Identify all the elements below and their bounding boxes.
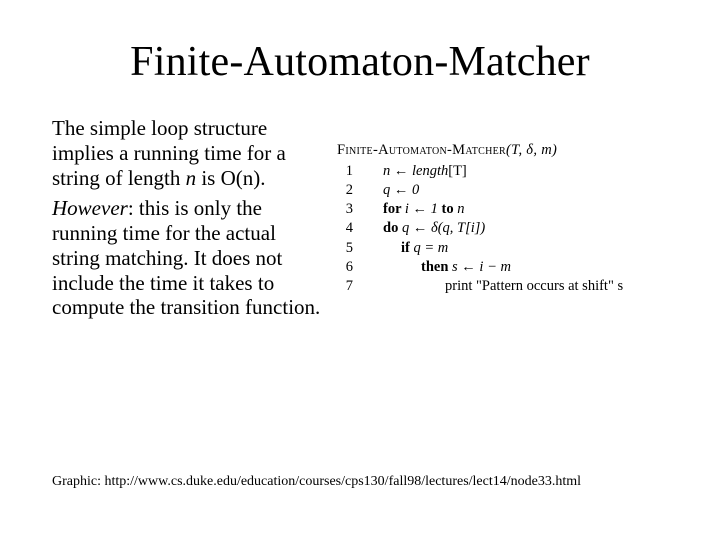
c1a: n ←	[383, 163, 412, 179]
code-lines: 1 n ← length[T] 2 q ← 0 3 for i ← 1 to n…	[337, 162, 680, 296]
c3d: n	[457, 201, 464, 217]
code-line-1: n ← length[T]	[373, 162, 680, 181]
line-number: 7	[337, 277, 353, 296]
c5a: if	[401, 240, 413, 256]
footer-source: Graphic: http://www.cs.duke.edu/educatio…	[52, 474, 581, 490]
code-header-name: Finite-Automaton-Matcher	[337, 142, 506, 158]
code-line-4: do q ← δ(q, T[i])	[373, 219, 680, 238]
code-header: Finite-Automaton-Matcher(T, δ, m)	[337, 142, 680, 159]
c3b: i ← 1	[405, 201, 442, 217]
c6a: then	[421, 259, 452, 275]
pseudocode-block: Finite-Automaton-Matcher(T, δ, m) 1 n ← …	[337, 116, 680, 326]
line-number: 1	[337, 162, 353, 181]
code-line-6: then s ← i − m	[373, 258, 680, 277]
c5b: q = m	[413, 240, 448, 256]
para1-part-b: is O(n).	[196, 166, 265, 190]
paragraph-2: However: this is only the running time f…	[52, 196, 327, 320]
c3a: for	[383, 201, 405, 217]
left-text-column: The simple loop structure implies a runn…	[52, 116, 327, 326]
code-line-2: q ← 0	[373, 181, 680, 200]
line-number: 6	[337, 258, 353, 277]
slide-title: Finite-Automaton-Matcher	[0, 0, 720, 86]
paragraph-1: The simple loop structure implies a runn…	[52, 116, 327, 190]
line-number: 2	[337, 181, 353, 200]
line-number: 4	[337, 219, 353, 238]
c4b: q ← δ(q, T[i])	[402, 220, 485, 236]
c1c: [T]	[448, 163, 467, 179]
c1b: length	[412, 163, 448, 179]
para1-italic-n: n	[186, 166, 197, 190]
para2-however: However	[52, 196, 128, 220]
code-line-5: if q = m	[373, 239, 680, 258]
slide-body: The simple loop structure implies a runn…	[0, 86, 720, 326]
line-number: 3	[337, 200, 353, 219]
c4a: do	[383, 220, 402, 236]
code-line-3: for i ← 1 to n	[373, 200, 680, 219]
code-header-args: (T, δ, m)	[506, 142, 557, 158]
c6b: s ← i − m	[452, 259, 511, 275]
c7a: print "Pattern occurs at shift" s	[445, 278, 623, 294]
c3c: to	[442, 201, 458, 217]
code-line-7: print "Pattern occurs at shift" s	[373, 277, 680, 296]
line-number: 5	[337, 239, 353, 258]
slide: Finite-Automaton-Matcher The simple loop…	[0, 0, 720, 540]
